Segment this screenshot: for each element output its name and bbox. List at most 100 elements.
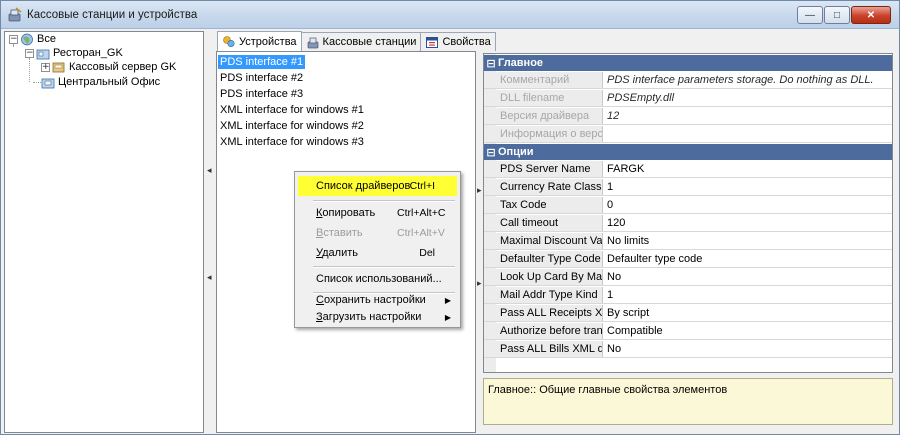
globe-icon — [21, 33, 33, 45]
menu-label-rest: охранить настройки — [323, 294, 426, 306]
menu-item-copy[interactable]: Копировать Ctrl+Alt+C — [298, 203, 457, 223]
category-label: Главное — [498, 57, 544, 69]
property-value[interactable]: Defaulter type code — [603, 251, 892, 267]
tab-devices[interactable]: Устройства — [217, 31, 302, 51]
property-name: Mail Addr Type Kind — [484, 287, 603, 303]
property-name: Версия драйвера — [484, 108, 603, 124]
menu-label: Удалить — [316, 247, 358, 259]
property-value[interactable]: Compatible — [603, 323, 892, 339]
tree-node-office[interactable]: Центральный Офис — [41, 75, 160, 89]
tree-node-restaurant[interactable]: − Ресторан_GK — [25, 46, 123, 60]
category-label: Опции — [498, 146, 534, 158]
splitter-collapse-left[interactable]: ◂ — [207, 273, 213, 287]
minimize-button[interactable]: — — [797, 6, 823, 24]
collapse-icon[interactable]: − — [25, 48, 34, 58]
menu-item-paste[interactable]: Вставить Ctrl+Alt+V — [298, 223, 457, 243]
property-grid[interactable]: ⊟ Главное Комментарий PDS interface para… — [483, 53, 893, 373]
property-value[interactable]: 12 — [603, 108, 892, 124]
window-title: Кассовые станции и устройства — [27, 8, 198, 21]
collapse-icon[interactable]: ⊟ — [484, 57, 498, 70]
property-row[interactable]: PDS Server Name FARGK — [484, 161, 892, 178]
menu-item-usage-list[interactable]: Список использований... — [298, 269, 457, 289]
property-value[interactable]: No — [603, 341, 892, 357]
property-row[interactable]: Maximal Discount Value No limits — [484, 233, 892, 250]
menu-label-rest: ставить — [323, 227, 363, 239]
location-tree[interactable]: − Все − Ресторан_GK + Кассовый сервер GK — [4, 31, 204, 433]
property-value[interactable]: FARGK — [603, 161, 892, 177]
office-icon — [41, 78, 55, 88]
property-name: DLL filename — [484, 90, 603, 106]
property-row[interactable]: Версия драйвера 12 — [484, 108, 892, 125]
property-row[interactable]: Currency Rate Class Cc 1 — [484, 179, 892, 196]
property-name: Информация о верси — [484, 126, 603, 142]
tab-cash-stations[interactable]: Кассовые станции — [300, 32, 422, 51]
property-name: Call timeout — [484, 215, 603, 231]
window-controls: — □ ✕ — [796, 6, 891, 24]
close-button[interactable]: ✕ — [851, 6, 891, 24]
menu-separator — [313, 200, 455, 202]
property-value[interactable]: 1 — [603, 179, 892, 195]
maximize-button[interactable]: □ — [824, 6, 850, 24]
property-name: Look Up Card By Mail A — [484, 269, 603, 285]
property-row[interactable]: Authorize before transa Compatible — [484, 323, 892, 340]
tree-line — [29, 58, 30, 82]
property-row[interactable]: DLL filename PDSEmpty.dll — [484, 90, 892, 107]
property-row[interactable]: Pass ALL Receipts XM By script — [484, 305, 892, 322]
list-item[interactable]: XML interface for windows #2 — [220, 119, 364, 133]
property-name: Комментарий — [484, 72, 603, 88]
property-value[interactable]: PDS interface parameters storage. Do not… — [603, 72, 892, 88]
context-menu: Список драйверов Ctrl+I Копировать Ctrl+… — [294, 171, 461, 328]
property-row[interactable]: Комментарий PDS interface parameters sto… — [484, 72, 892, 89]
property-value[interactable]: By script — [603, 305, 892, 321]
menu-item-load-settings[interactable]: Загрузить настройки ▶ — [298, 307, 457, 327]
main-window: Кассовые станции и устройства — □ ✕ − Вс… — [0, 0, 900, 435]
collapse-icon[interactable]: − — [9, 34, 18, 44]
property-row[interactable]: Информация о верси — [484, 126, 892, 143]
tree-line — [33, 82, 41, 83]
property-name: PDS Server Name — [484, 161, 603, 177]
list-item[interactable]: XML interface for windows #3 — [220, 135, 364, 149]
cash-station-icon — [307, 37, 318, 48]
property-value[interactable]: No — [603, 269, 892, 285]
title-bar[interactable]: Кассовые станции и устройства — □ ✕ — [1, 1, 899, 29]
property-value[interactable]: 120 — [603, 215, 892, 231]
restaurant-icon — [36, 49, 50, 59]
menu-item-delete[interactable]: Удалить Del — [298, 243, 457, 263]
menu-item-driver-list[interactable]: Список драйверов Ctrl+I — [298, 176, 457, 196]
tree-label: Центральный Офис — [58, 76, 161, 88]
property-row[interactable]: Defaulter Type Code as Defaulter type co… — [484, 251, 892, 268]
list-item[interactable]: PDS interface #2 — [220, 71, 303, 85]
property-value[interactable] — [603, 126, 892, 142]
property-row[interactable]: Tax Code 0 — [484, 197, 892, 214]
menu-shortcut: Ctrl+Alt+C — [397, 207, 446, 219]
list-item[interactable]: XML interface for windows #1 — [220, 103, 364, 117]
collapse-icon[interactable]: ⊟ — [484, 146, 498, 159]
property-row[interactable]: Call timeout 120 — [484, 215, 892, 232]
property-value[interactable]: PDSEmpty.dll — [603, 90, 892, 106]
property-name: Pass ALL Bills XML dat — [484, 341, 603, 357]
tab-properties[interactable]: Свойства — [420, 32, 496, 51]
menu-shortcut: Del — [419, 247, 435, 259]
property-row[interactable]: Look Up Card By Mail A No — [484, 269, 892, 286]
property-row[interactable]: Mail Addr Type Kind 1 — [484, 287, 892, 304]
tab-label: Свойства — [442, 36, 491, 48]
expand-icon[interactable]: + — [41, 62, 50, 72]
property-row[interactable]: Pass ALL Bills XML dat No — [484, 341, 892, 358]
property-value[interactable]: 1 — [603, 287, 892, 303]
list-item[interactable]: PDS interface #1 — [218, 55, 306, 69]
tab-label: Устройства — [239, 35, 297, 48]
list-item[interactable]: PDS interface #3 — [220, 87, 303, 101]
tree-node-server[interactable]: + Кассовый сервер GK — [41, 60, 176, 74]
menu-accel: З — [316, 311, 323, 323]
menu-label: Загрузить настройки — [316, 311, 421, 323]
server-icon — [52, 62, 65, 72]
category-options[interactable]: ⊟ Опции — [484, 144, 892, 160]
property-value[interactable]: 0 — [603, 197, 892, 213]
category-main[interactable]: ⊟ Главное — [484, 55, 892, 71]
tree-node-root[interactable]: − Все — [9, 32, 56, 46]
splitter-collapse-left[interactable]: ◂ — [207, 166, 213, 180]
tab-label: Кассовые станции — [322, 36, 417, 48]
property-value[interactable]: No limits — [603, 233, 892, 249]
menu-label-rest: опировать — [322, 207, 376, 219]
property-name: Pass ALL Receipts XM — [484, 305, 603, 321]
